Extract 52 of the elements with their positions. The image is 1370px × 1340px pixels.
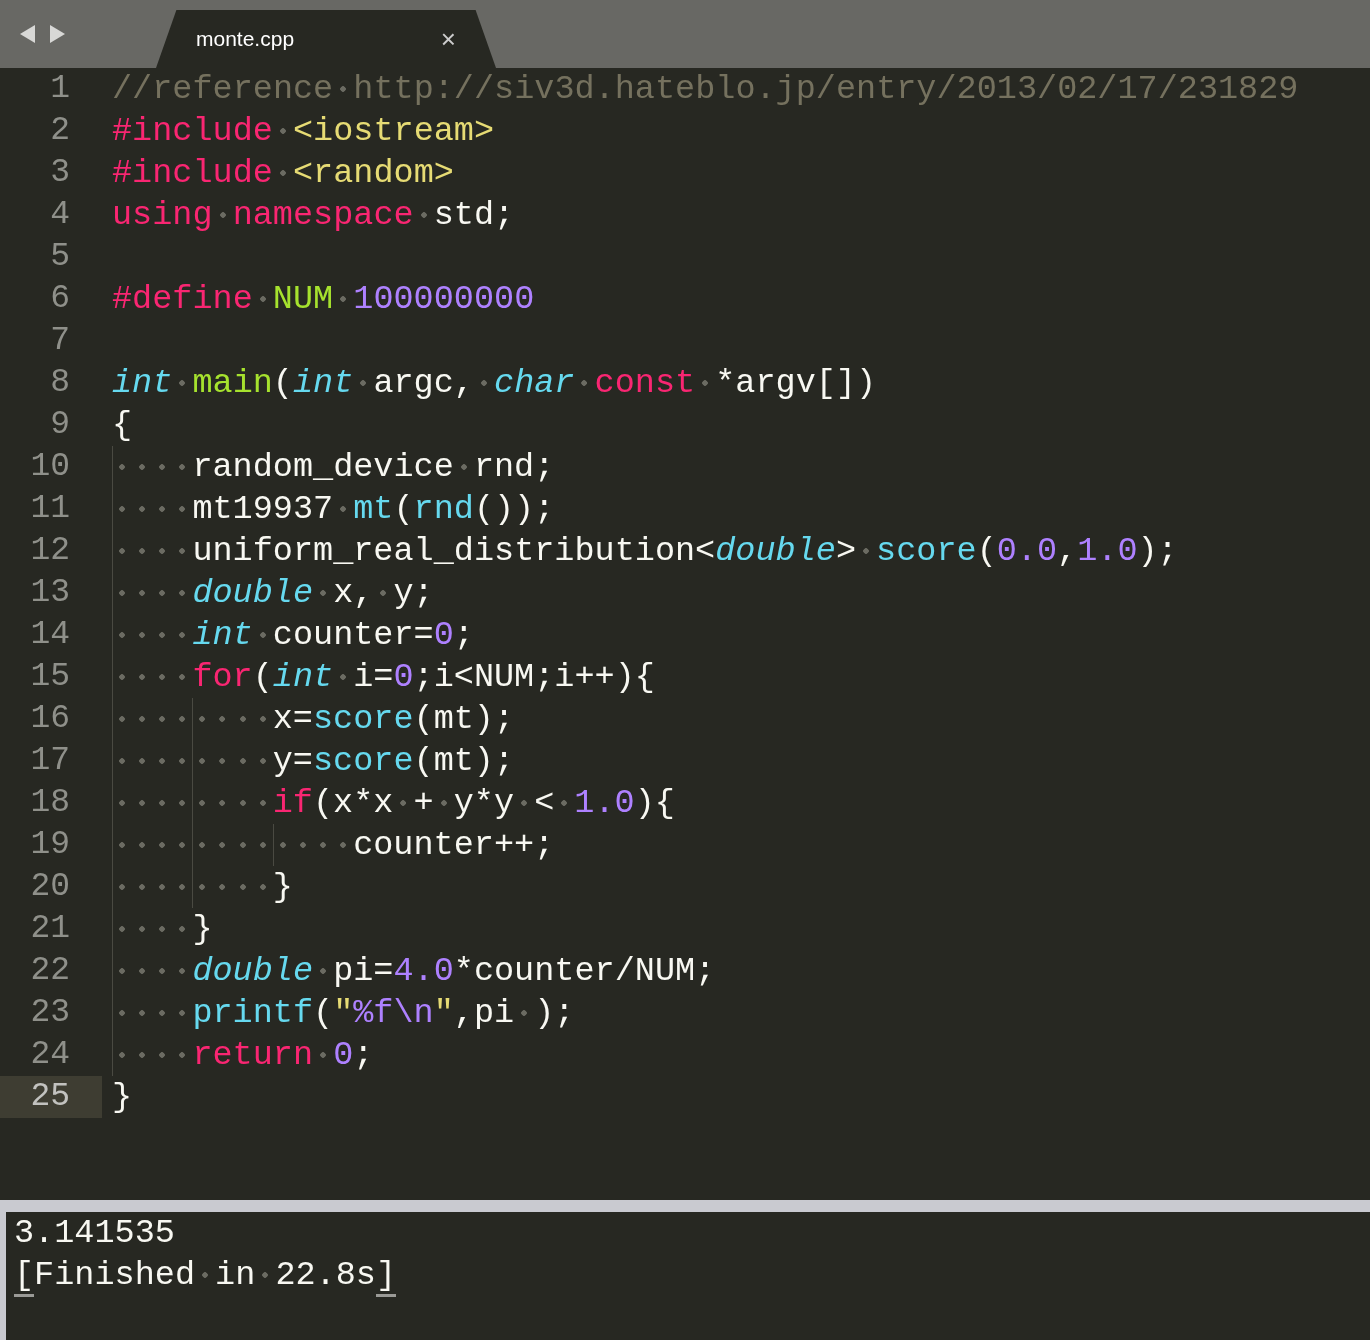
line-number: 24 <box>29 1035 71 1075</box>
line-number: 20 <box>29 867 71 907</box>
line-number: 18 <box>29 783 71 823</box>
line-number: 19 <box>29 825 71 865</box>
line-number: 17 <box>29 741 71 781</box>
output-line: 3.141535 <box>14 1213 176 1254</box>
code-line: counter++; <box>102 824 555 866</box>
line-number: 7 <box>49 321 71 361</box>
line-number: 16 <box>29 699 71 739</box>
code-line: } <box>111 1077 133 1118</box>
line-number: 14 <box>29 615 71 655</box>
code-line: } <box>102 866 293 908</box>
line-number: 8 <box>49 363 71 403</box>
line-number: 13 <box>29 573 71 613</box>
line-number: 3 <box>49 153 71 193</box>
line-number: 4 <box>49 195 71 235</box>
code-line: printf("%f\n",pi ); <box>102 992 575 1034</box>
line-number: 10 <box>29 447 71 487</box>
back-forward-arrows-icon[interactable] <box>20 23 66 45</box>
code-line: return 0; <box>102 1034 374 1076</box>
code-line: uniform_real_distribution<double> score(0.0,1.0); <box>102 530 1178 572</box>
code-line: y=score(mt); <box>102 740 515 782</box>
code-line: #define NUM 100000000 <box>111 278 535 320</box>
code-line: int main(int argc, char const *argv[]) <box>111 362 877 404</box>
code-line: random_device rnd; <box>102 446 555 488</box>
output-line: [Finished in 22.8s] <box>14 1254 1370 1296</box>
code-line: //reference http://siv3d.hateblo.jp/entry/2013/02/17/231829 <box>111 68 1299 110</box>
code-line: { <box>111 405 133 446</box>
line-number: 11 <box>29 489 71 529</box>
line-number: 6 <box>49 279 71 319</box>
code-line: int counter=0; <box>102 614 474 656</box>
code-line: mt19937 mt(rnd()); <box>102 488 555 530</box>
code-line: double pi=4.0*counter/NUM; <box>102 950 716 992</box>
line-number: 5 <box>49 237 71 277</box>
code-line: #include <random> <box>111 152 454 194</box>
line-number: 2 <box>49 111 71 151</box>
code-line: if(x*x + y*y < 1.0){ <box>102 782 675 824</box>
code-line: #include <iostream> <box>111 110 495 152</box>
code-line: for(int i=0;i<NUM;i++){ <box>102 656 655 698</box>
line-number: 15 <box>29 657 71 697</box>
line-number: 1 <box>49 69 71 109</box>
line-number: 9 <box>49 405 71 445</box>
code-line: x=score(mt); <box>102 698 515 740</box>
line-number: 25 <box>0 1076 102 1118</box>
code-line: using namespace std; <box>111 194 515 236</box>
code-line: } <box>102 908 213 950</box>
line-number: 22 <box>29 951 71 991</box>
line-number: 21 <box>29 909 71 949</box>
code-line: double x, y; <box>102 572 434 614</box>
line-number: 23 <box>29 993 71 1033</box>
line-number: 12 <box>29 531 71 571</box>
file-tab[interactable]: monte.cpp × <box>156 10 496 68</box>
